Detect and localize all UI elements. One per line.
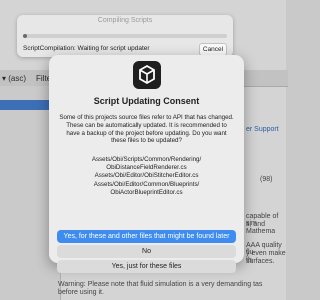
warning-text-2: before using it. (58, 289, 104, 296)
warning-text: Warning: Please note that fluid simulati… (58, 281, 263, 288)
file-path-2: ObiDistanceFieldRenderer.cs (106, 164, 187, 172)
progress-bar-fill (23, 34, 28, 38)
yes-for-these-and-other-files-button[interactable]: Yes, for these and other files that migh… (57, 230, 236, 243)
no-button[interactable]: No (57, 245, 236, 258)
file-list: Assets/Obi/Scripts/Common/Rendering/ Obi… (57, 156, 236, 197)
dialog-title: Script Updating Consent (93, 96, 200, 106)
yes-just-for-these-files-button[interactable]: Yes, just for these files (57, 260, 236, 273)
background-text-3: s, and Mathema (246, 221, 276, 235)
progress-window-title: Compiling Scripts (97, 17, 153, 24)
file-path-5: ObiActorBlueprintEditor.cs (110, 188, 183, 196)
sort-dropdown[interactable]: ▾ (asc) (2, 74, 26, 83)
file-path-1: Assets/Obi/Scripts/Common/Rendering/ (91, 156, 202, 163)
support-link[interactable]: er Support (246, 126, 279, 133)
file-path-4: Assets/Obi/Editor/Common/Blueprints/ (93, 180, 200, 188)
file-path-3: Assets/Obi/Editor/ObiStitcherEditor.cs (94, 172, 199, 180)
progress-status-text: ScriptCompilation: Waiting for script up… (23, 45, 150, 52)
compiling-scripts-window: Compiling Scripts ScriptCompilation: Wai… (17, 15, 233, 57)
background-text-6: surfaces. (246, 258, 275, 265)
progress-bar (23, 34, 227, 38)
dialog-message: Some of this projects source files refer… (59, 114, 234, 145)
script-updating-consent-dialog: Script Updating Consent Some of this pro… (49, 55, 244, 273)
unity-logo-icon (133, 61, 161, 89)
background-text-1: (98) (260, 176, 273, 183)
